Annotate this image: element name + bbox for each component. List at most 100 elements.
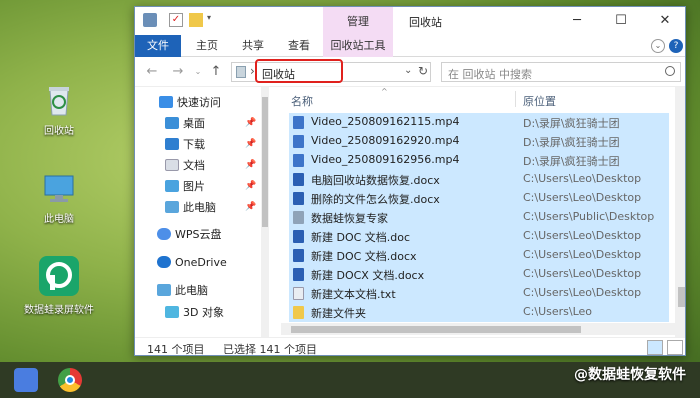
navigation-pane: 快速访问 桌面 下载 文档 图片 此电脑 WPS云盘 OneDrive 此电脑 … [135, 93, 269, 337]
navigation-bar: ← → ⌄ ↑ › 回收站 ⌄ ↻ 在 回收站 中搜索 [135, 57, 685, 87]
file-row[interactable]: 新建文本文档.txt C:\Users\Leo\Desktop [289, 284, 669, 303]
file-row[interactable]: Video_250809162115.mp4 D:\录屏\疯狂骑士团 [289, 113, 669, 132]
up-icon[interactable]: ↑ [207, 63, 225, 81]
file-name: Video_250809162920.mp4 [311, 134, 460, 147]
desktop-icon-recycle-bin[interactable]: 回收站 [24, 82, 94, 137]
large-icons-view-icon[interactable] [667, 340, 683, 355]
video-file-icon [293, 154, 304, 167]
file-row[interactable]: Video_250809162920.mp4 D:\录屏\疯狂骑士团 [289, 132, 669, 151]
scrollbar-thumb[interactable] [678, 287, 685, 307]
notes-app-icon[interactable] [14, 368, 38, 392]
chevron-down-icon[interactable]: ⌄ [651, 39, 665, 53]
folder-icon[interactable] [189, 13, 203, 27]
desktop-icon-label: 回收站 [44, 126, 74, 137]
file-row[interactable]: 新建 DOC 文档.docx C:\Users\Leo\Desktop [289, 246, 669, 265]
scrollbar-thumb[interactable] [291, 326, 581, 333]
documents-icon [165, 159, 179, 171]
maximize-button[interactable]: ☐ [599, 7, 643, 35]
pin-icon[interactable]: 📌 [245, 181, 256, 191]
nav-item-quick-access[interactable]: 快速访问 [159, 93, 221, 113]
minimize-button[interactable]: ─ [555, 7, 599, 35]
file-row[interactable]: Video_250809162956.mp4 D:\录屏\疯狂骑士团 [289, 151, 669, 170]
refresh-icon[interactable]: ↻ [418, 64, 428, 78]
nav-item-downloads[interactable]: 下载 [165, 135, 205, 155]
file-list-scrollbar[interactable] [675, 87, 685, 337]
nav-item-wps-cloud[interactable]: WPS云盘 [157, 225, 222, 245]
details-view-icon[interactable] [647, 340, 663, 355]
nav-item-label: 图片 [183, 180, 205, 193]
file-original-location: C:\Users\Leo\Desktop [523, 172, 642, 185]
item-count: 141 个项目 [147, 343, 205, 356]
file-row[interactable]: 数据蛙恢复专家 C:\Users\Public\Desktop [289, 208, 669, 227]
desktop-icon-recorder[interactable]: 数据蛙录屏软件 [24, 255, 94, 316]
address-dropdown-icon[interactable]: ⌄ [404, 65, 412, 76]
tab-recycle-bin-tools[interactable]: 回收站工具 [323, 35, 393, 57]
word-file-icon [293, 173, 304, 186]
desktop-icon-this-pc[interactable]: 此电脑 [24, 170, 94, 225]
file-name: 数据蛙恢复专家 [311, 212, 388, 225]
tab-home[interactable]: 主页 [187, 35, 227, 57]
pin-icon[interactable]: 📌 [245, 202, 256, 212]
nav-item-onedrive[interactable]: OneDrive [157, 253, 227, 273]
nav-item-3d-objects[interactable]: 3D 对象 [165, 303, 224, 323]
cloud-icon [157, 228, 171, 240]
file-row[interactable]: 删除的文件怎么恢复.docx C:\Users\Leo\Desktop [289, 189, 669, 208]
column-divider[interactable] [515, 91, 516, 107]
column-header-location[interactable]: 原位置 [523, 93, 556, 109]
file-original-location: D:\录屏\疯狂骑士团 [523, 136, 620, 149]
word-file-icon [293, 230, 304, 243]
file-original-location: C:\Users\Leo\Desktop [523, 229, 642, 242]
star-icon [159, 96, 173, 108]
file-row[interactable]: 新建文件夹 C:\Users\Leo [289, 303, 669, 322]
file-name: 新建 DOC 文档.doc [311, 231, 411, 244]
ribbon-tabs: 文件 主页 共享 查看 回收站工具 ⌄ ? [135, 35, 685, 57]
help-icon[interactable]: ? [669, 39, 683, 53]
chrome-center-icon [65, 375, 75, 385]
3d-icon [165, 306, 179, 318]
nav-item-label: 文档 [183, 159, 205, 172]
back-icon[interactable]: ← [143, 63, 161, 81]
scrollbar-thumb[interactable] [262, 97, 268, 227]
nav-item-label: 此电脑 [175, 284, 208, 297]
close-button[interactable]: ✕ [643, 7, 685, 35]
horizontal-scrollbar[interactable] [281, 323, 677, 335]
column-header-name[interactable]: 名称 [291, 93, 313, 109]
tab-view[interactable]: 查看 [279, 35, 319, 57]
file-original-location: C:\Users\Leo\Desktop [523, 191, 642, 204]
recent-dropdown-icon[interactable]: ⌄ [189, 63, 207, 81]
computer-icon [165, 201, 179, 213]
context-tab-manage[interactable]: 管理 [323, 7, 393, 37]
forward-icon[interactable]: → [169, 63, 187, 81]
chrome-icon[interactable] [58, 368, 82, 392]
file-list: 名称 原位置 ^ Video_250809162115.mp4 D:\录屏\疯狂骑… [281, 87, 677, 337]
status-bar: 141 个项目 已选择 141 个项目 [135, 337, 685, 356]
properties-icon[interactable] [143, 13, 157, 27]
pin-icon[interactable]: 📌 [245, 160, 256, 170]
qat-dropdown-icon[interactable]: ▾ [207, 13, 221, 27]
tab-share[interactable]: 共享 [233, 35, 273, 57]
pin-icon[interactable]: 📌 [245, 139, 256, 149]
file-name: 新建文本文档.txt [311, 288, 396, 301]
file-row[interactable]: 新建 DOCX 文档.docx C:\Users\Leo\Desktop [289, 265, 669, 284]
recycle-bin-small-icon [236, 66, 246, 78]
search-icon[interactable] [665, 66, 675, 76]
nav-item-desktop[interactable]: 桌面 [165, 114, 205, 134]
search-input[interactable]: 在 回收站 中搜索 [441, 62, 681, 82]
check-icon[interactable]: ✓ [169, 13, 183, 27]
file-name: Video_250809162956.mp4 [311, 153, 460, 166]
file-row[interactable]: 电脑回收站数据恢复.docx C:\Users\Leo\Desktop [289, 170, 669, 189]
nav-item-pictures[interactable]: 图片 [165, 177, 205, 197]
file-name: 电脑回收站数据恢复.docx [311, 174, 440, 187]
file-original-location: C:\Users\Leo\Desktop [523, 267, 642, 280]
recycle-bin-icon [41, 82, 77, 118]
watermark: @数据蛙恢复软件 [574, 367, 686, 383]
pictures-icon [165, 180, 179, 192]
nav-item-documents[interactable]: 文档 [165, 156, 205, 176]
nav-item-this-pc[interactable]: 此电脑 [165, 198, 216, 218]
nav-item-label: 此电脑 [183, 201, 216, 214]
nav-item-this-pc-root[interactable]: 此电脑 [157, 281, 208, 301]
file-row[interactable]: 新建 DOC 文档.doc C:\Users\Leo\Desktop [289, 227, 669, 246]
tab-file[interactable]: 文件 [135, 35, 181, 57]
pin-icon[interactable]: 📌 [245, 118, 256, 128]
nav-pane-scrollbar[interactable] [261, 87, 269, 337]
